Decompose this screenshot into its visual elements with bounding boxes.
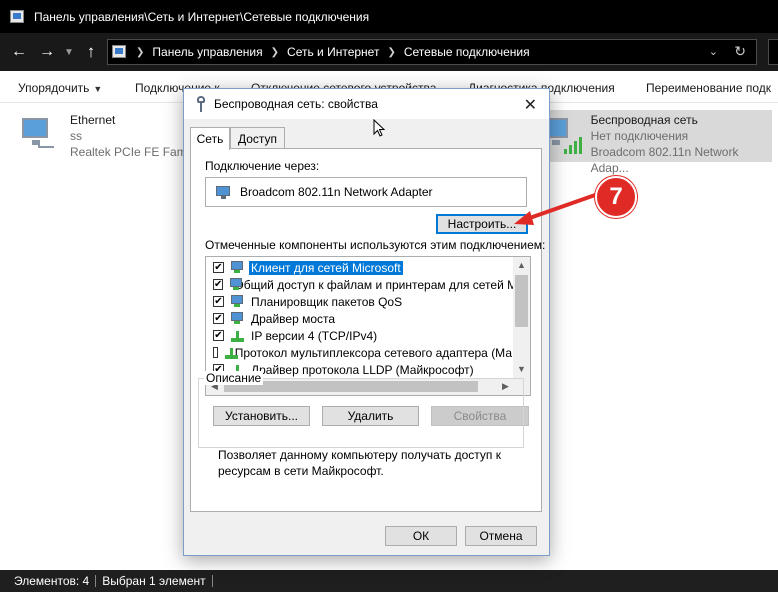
connection-ethernet[interactable]: Ethernet ss Realtek PCIe FE Famil <box>18 112 192 160</box>
breadcrumb-network-connections[interactable]: Сетевые подключения <box>404 45 530 59</box>
window-title: Панель управления\Сеть и Интернет\Сетевы… <box>34 9 370 24</box>
cancel-button[interactable]: Отмена <box>465 526 537 546</box>
component-label: Драйвер моста <box>251 311 336 326</box>
protocol-icon <box>230 329 246 343</box>
scroll-down-icon[interactable]: ▼ <box>513 361 530 378</box>
adapter-field: Broadcom 802.11n Network Adapter <box>205 177 527 207</box>
component-checkbox[interactable] <box>213 347 219 358</box>
status-divider <box>211 575 213 587</box>
list-item[interactable]: Протокол мультиплексора сетевого адаптер… <box>206 344 514 361</box>
signal-bars-icon <box>564 136 586 154</box>
connection-adapter: Realtek PCIe FE Famil <box>70 145 193 159</box>
list-item[interactable]: ✔ Планировщик пакетов QoS <box>206 293 514 310</box>
component-label: Протокол мультиплексора сетевого адаптер… <box>234 345 512 360</box>
connection-network: Нет подключения <box>590 129 689 143</box>
component-checkbox[interactable]: ✔ <box>213 279 224 290</box>
mouse-cursor-icon <box>373 119 385 137</box>
list-item[interactable]: ✔ Клиент для сетей Microsoft <box>206 259 514 276</box>
close-icon[interactable]: ✕ <box>524 95 537 115</box>
component-label: IP версии 4 (TCP/IPv4) <box>251 328 378 343</box>
list-item[interactable]: ✔ IP версии 4 (TCP/IPv4) <box>206 327 514 344</box>
adapter-name: Broadcom 802.11n Network Adapter <box>240 185 433 199</box>
connection-network: ss <box>70 129 82 143</box>
breadcrumb-network-internet[interactable]: Сеть и Интернет <box>287 45 379 59</box>
ok-button[interactable]: ОК <box>385 526 457 546</box>
chevron-right-icon[interactable]: ❯ <box>387 47 395 58</box>
connect-using-label: Подключение через: <box>205 159 320 173</box>
back-arrow-icon[interactable]: ← <box>8 43 30 61</box>
control-panel-icon <box>112 44 128 60</box>
chevron-down-icon: ▼ <box>93 84 103 94</box>
ethernet-adapter-icon <box>18 112 58 152</box>
component-checkbox[interactable]: ✔ <box>213 296 224 307</box>
dialog-title: Беспроводная сеть: свойства <box>214 97 378 111</box>
wireless-antenna-icon <box>196 96 206 112</box>
organize-label: Упорядочить <box>18 81 90 95</box>
list-item[interactable]: ✔ Общий доступ к файлам и принтерам для … <box>206 276 520 293</box>
step-badge: 7 <box>595 176 637 218</box>
vertical-scrollbar[interactable]: ▲ ▼ <box>513 257 530 378</box>
client-icon <box>230 260 246 275</box>
connection-name: Ethernet <box>70 113 116 127</box>
network-adapter-icon <box>216 185 232 199</box>
components-label: Отмеченные компоненты используются этим … <box>205 238 546 252</box>
chevron-right-icon[interactable]: ❯ <box>136 47 144 58</box>
refresh-icon[interactable]: ↻ <box>734 43 746 60</box>
up-arrow-icon[interactable]: ↑ <box>80 42 102 62</box>
protocol-icon <box>224 346 239 360</box>
connection-name: Беспроводная сеть <box>590 113 698 127</box>
status-bar: Элементов: 4 Выбран 1 элемент <box>0 570 778 592</box>
items-count: Элементов: 4 <box>14 574 90 588</box>
connection-adapter: Broadcom 802.11n Network Adap... <box>590 145 739 175</box>
component-label: Общий доступ к файлам и принтерам для се… <box>234 277 520 292</box>
window-titlebar: Панель управления\Сеть и Интернет\Сетевы… <box>0 0 778 33</box>
recent-locations-chevron-icon[interactable]: ▼ <box>62 47 76 58</box>
organize-menu[interactable]: Упорядочить ▼ <box>18 81 102 95</box>
forward-arrow-icon[interactable]: → <box>36 43 58 61</box>
connection-wireless[interactable]: Беспроводная сеть Нет подключения Broadc… <box>540 110 772 175</box>
rename-button[interactable]: Переименование подк <box>646 81 771 95</box>
component-checkbox[interactable]: ✔ <box>213 313 224 324</box>
tab-network[interactable]: Сеть <box>190 127 230 150</box>
tab-sharing[interactable]: Доступ <box>230 127 285 149</box>
component-checkbox[interactable]: ✔ <box>213 330 224 341</box>
properties-dialog: Беспроводная сеть: свойства ✕ Сеть Досту… <box>183 88 550 556</box>
scroll-up-icon[interactable]: ▲ <box>513 257 530 274</box>
address-dropdown-icon[interactable]: ⌄ <box>709 45 718 58</box>
description-text: Позволяет данному компьютеру получать до… <box>218 448 501 478</box>
breadcrumb-control-panel[interactable]: Панель управления <box>152 45 262 59</box>
control-panel-icon <box>10 9 26 25</box>
scroll-thumb[interactable] <box>515 275 528 327</box>
service-icon <box>230 294 246 309</box>
annotation-arrow <box>514 192 600 225</box>
navigation-bar: ← → ▼ ↑ ❯ Панель управления ❯ Сеть и Инт… <box>0 33 778 71</box>
chevron-right-icon[interactable]: ❯ <box>271 47 279 58</box>
list-item[interactable]: ✔ Драйвер моста <box>206 310 514 327</box>
service-icon <box>230 311 246 326</box>
description-group <box>198 378 524 448</box>
description-legend: Описание <box>204 371 264 385</box>
component-label: Клиент для сетей Microsoft <box>249 260 403 275</box>
component-checkbox[interactable]: ✔ <box>213 262 224 273</box>
component-label: Планировщик пакетов QoS <box>251 294 403 309</box>
address-bar[interactable]: ❯ Панель управления ❯ Сеть и Интернет ❯ … <box>107 39 757 65</box>
search-input[interactable] <box>768 39 778 65</box>
selected-count: Выбран 1 элемент <box>102 574 206 588</box>
component-label: Драйвер протокола LLDP (Майкрософт) <box>251 362 474 377</box>
dialog-titlebar[interactable]: Беспроводная сеть: свойства ✕ <box>184 89 549 119</box>
